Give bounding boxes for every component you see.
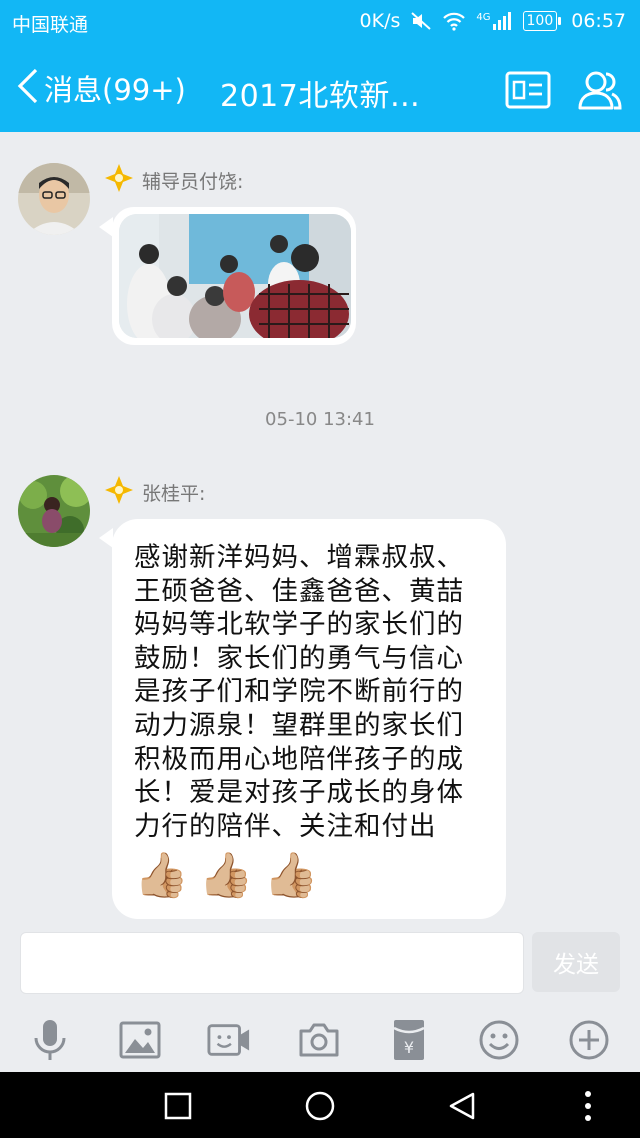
profile-card-icon[interactable] [504, 66, 552, 114]
thumbs-up-emoji: 👍🏼 [263, 850, 319, 901]
sender-row: 张桂平: [104, 475, 205, 510]
member-badge-icon [104, 163, 134, 198]
sender-name: 辅导员付饶: [142, 171, 244, 193]
thumbs-up-emoji: 👍🏼 [134, 850, 189, 901]
network-speed: 0K/s [359, 10, 401, 32]
image-message-bubble[interactable] [112, 207, 356, 345]
mute-icon [410, 11, 432, 31]
recents-button[interactable] [160, 1088, 196, 1124]
chevron-left-icon [16, 66, 40, 110]
composer: 发送 [0, 920, 640, 1006]
sender-row: 辅导员付饶: [104, 163, 243, 198]
plus-icon[interactable] [567, 1018, 611, 1062]
microphone-icon[interactable] [28, 1018, 72, 1062]
signal-label: 4G [476, 12, 491, 23]
carrier-name: 中国联通 [12, 14, 89, 36]
avatar[interactable] [18, 475, 90, 547]
back-button[interactable]: 消息(99+) [16, 66, 186, 110]
status-bar: 中国联通 0K/s 4G 100 06:57 [0, 0, 640, 44]
emoji-row: 👍🏼 👍🏼 👍🏼 [134, 849, 318, 901]
chat-header: 消息(99+) 2017北软新… [0, 44, 640, 132]
emoji-icon[interactable] [477, 1018, 521, 1062]
thumbs-up-emoji: 👍🏼 [198, 850, 254, 901]
svg-text:¥: ¥ [404, 1038, 414, 1057]
send-button[interactable]: 发送 [532, 932, 620, 992]
battery-icon: 100 [522, 11, 561, 31]
system-nav-bar [0, 1072, 640, 1138]
clock: 06:57 [571, 10, 626, 32]
message-timestamp: 05-10 13:41 [265, 409, 375, 430]
message-text: 感谢新洋妈妈、增霖叔叔、王硕爸爸、佳鑫爸爸、黄喆妈妈等北软学子的家长们的鼓励！家… [134, 542, 464, 842]
input-toolbar: ¥ [0, 1006, 640, 1070]
wifi-icon [442, 11, 466, 31]
home-button[interactable] [302, 1088, 338, 1124]
sender-name: 张桂平: [142, 483, 206, 505]
more-options-icon[interactable] [570, 1088, 606, 1124]
video-call-icon[interactable] [207, 1018, 251, 1062]
back-label: 消息(99+) [44, 73, 186, 107]
chat-title: 2017北软新… [220, 79, 421, 114]
group-members-icon[interactable] [576, 66, 624, 114]
status-icons: 0K/s 4G 100 06:57 [360, 10, 626, 32]
bubble-tail [99, 528, 113, 548]
image-icon[interactable] [118, 1018, 162, 1062]
text-message-bubble[interactable]: 感谢新洋妈妈、增霖叔叔、王硕爸爸、佳鑫爸爸、黄喆妈妈等北软学子的家长们的鼓励！家… [112, 519, 506, 919]
back-nav-button[interactable] [444, 1088, 480, 1124]
member-badge-icon [104, 475, 134, 510]
camera-icon[interactable] [297, 1018, 341, 1062]
shared-photo[interactable] [119, 214, 351, 338]
avatar[interactable] [18, 163, 90, 235]
cell-signal-icon: 4G [476, 12, 512, 30]
bubble-tail [99, 217, 113, 237]
message-input[interactable] [20, 932, 524, 994]
red-packet-icon[interactable]: ¥ [387, 1018, 431, 1062]
